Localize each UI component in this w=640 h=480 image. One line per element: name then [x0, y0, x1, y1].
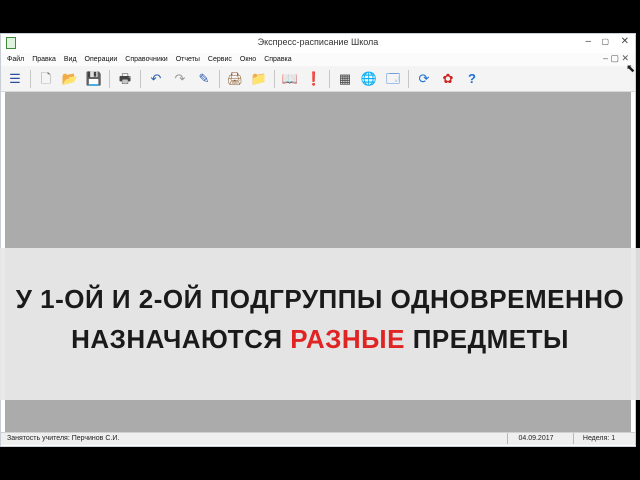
menu-view[interactable]: Вид	[64, 56, 77, 63]
caption-banner: У 1-ОЙ И 2-ОЙ ПОДГРУППЫ ОДНОВРЕМЕННО НАЗ…	[0, 248, 640, 400]
redo-icon[interactable]: ↷	[170, 69, 190, 89]
toolbar-separator	[140, 69, 141, 88]
status-date: 04.09.2017	[507, 433, 564, 444]
menu-bar: Файл Правка Вид Операции Справочники Отч…	[1, 53, 635, 66]
mouse-cursor-icon: ⬉	[626, 63, 636, 75]
caption-line-1: У 1-ОЙ И 2-ОЙ ПОДГРУППЫ ОДНОВРЕМЕННО	[15, 284, 625, 314]
caption-highlight: РАЗНЫЕ	[290, 324, 405, 354]
flower-icon[interactable]: ✿	[438, 69, 458, 89]
open-folder-icon[interactable]: 📂	[60, 69, 80, 89]
toolbar-separator	[274, 69, 275, 88]
toolbar-separator	[30, 69, 31, 88]
menu-reports[interactable]: Отчеты	[176, 56, 200, 63]
menu-window[interactable]: Окно	[240, 56, 256, 63]
caption-line-2: НАЗНАЧАЮТСЯ РАЗНЫЕ ПРЕДМЕТЫ	[0, 324, 640, 355]
new-document-icon[interactable]: 🗋	[36, 69, 56, 89]
list-icon[interactable]: ☰	[5, 69, 25, 89]
minimize-button[interactable]: –	[585, 36, 591, 48]
calculator-icon[interactable]: ▦	[335, 69, 355, 89]
status-bar: Занятость учителя: Перчинов С.И. 04.09.2…	[1, 432, 635, 445]
menu-service[interactable]: Сервис	[208, 56, 232, 63]
folder-icon[interactable]: 📁	[249, 69, 269, 89]
printer-alt-icon[interactable]: 🖨	[225, 69, 245, 89]
toolbar-separator	[219, 69, 220, 88]
alert-document-icon[interactable]: ❗	[304, 69, 324, 89]
title-bar: Экспресс-расписание Школа – ▢ ✕	[1, 34, 635, 53]
menu-help[interactable]: Справка	[264, 56, 291, 63]
refresh-icon[interactable]: ⟳	[414, 69, 434, 89]
caption-text-after: ПРЕДМЕТЫ	[404, 324, 569, 354]
help-icon[interactable]: ?	[462, 69, 482, 89]
menu-reference[interactable]: Справочники	[125, 56, 167, 63]
close-button[interactable]: ✕	[621, 36, 629, 48]
window-icon[interactable]: 🗔	[383, 69, 403, 89]
menu-operations[interactable]: Операции	[85, 56, 118, 63]
caption-text-before: НАЗНАЧАЮТСЯ	[71, 324, 291, 354]
toolbar-separator	[329, 69, 330, 88]
undo-icon[interactable]: ↶	[146, 69, 166, 89]
toolbar-separator	[408, 69, 409, 88]
edit-icon[interactable]: ✎	[194, 69, 214, 89]
print-icon[interactable]: 🖶	[115, 69, 135, 89]
save-icon[interactable]: 💾	[84, 69, 104, 89]
window-title: Экспресс-расписание Школа	[257, 37, 379, 47]
toolbar: ☰ 🗋 📂 💾 🖶 ↶ ↷ ✎ 🖨 📁 📖 ❗ ▦ 🌐 🗔 ⟳ ✿ ?	[1, 66, 635, 92]
book-icon[interactable]: 📖	[280, 69, 300, 89]
globe-icon[interactable]: 🌐	[359, 69, 379, 89]
status-teacher-load: Занятость учителя: Перчинов С.И.	[7, 435, 120, 442]
toolbar-separator	[109, 69, 110, 88]
status-week: Неделя: 1	[573, 433, 624, 444]
menu-file[interactable]: Файл	[7, 56, 24, 63]
menu-edit[interactable]: Правка	[32, 56, 56, 63]
maximize-button[interactable]: ▢	[601, 36, 609, 48]
